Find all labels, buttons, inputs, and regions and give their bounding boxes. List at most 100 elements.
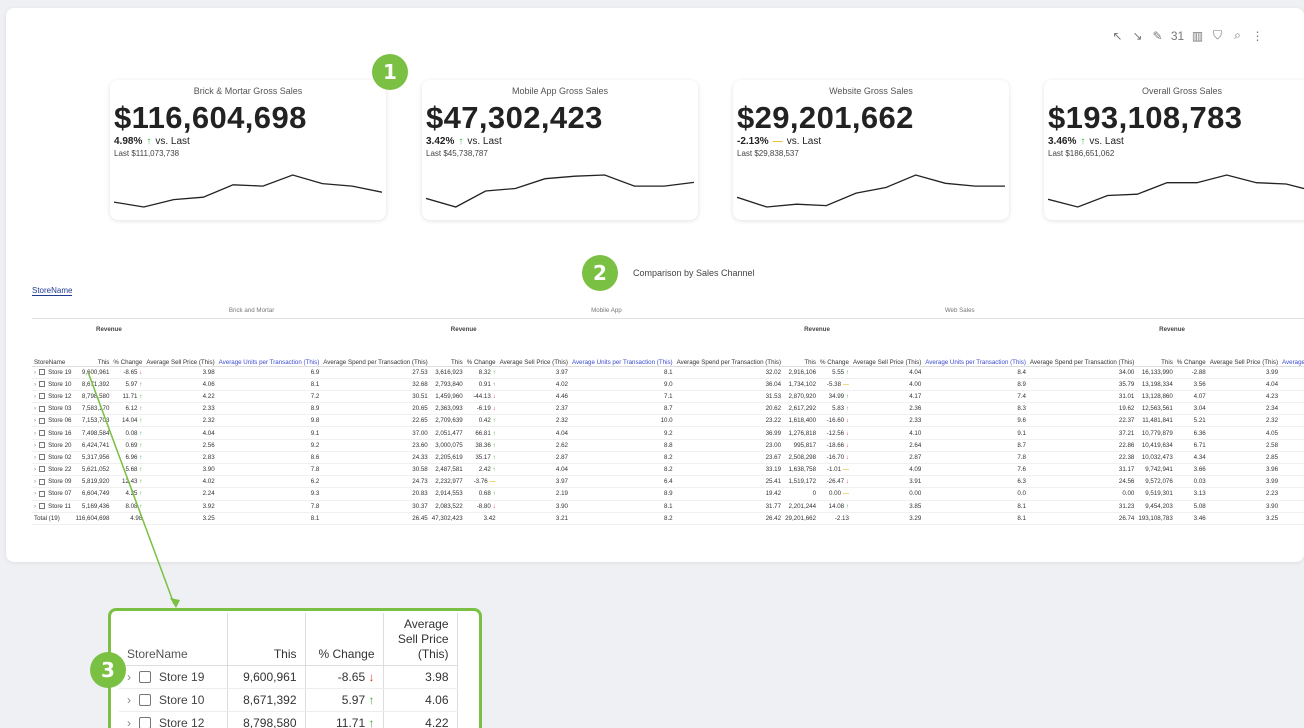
value-cell: 8.7 — [569, 402, 675, 416]
chevron-right-icon[interactable]: › — [34, 430, 36, 437]
value-cell: 2,793,840 — [429, 378, 465, 391]
value-cell: 6.9 — [216, 366, 322, 379]
search-icon[interactable]: ⌕ — [1230, 27, 1245, 44]
zoom-header-change[interactable]: % Change — [305, 613, 384, 666]
row-checkbox[interactable] — [39, 417, 46, 424]
row-checkbox[interactable] — [39, 429, 46, 436]
zoom-row[interactable]: › Store 19 9,600,961 -8.65 ↓ 3.98 — [119, 665, 458, 689]
storename-link[interactable]: StoreName — [32, 286, 73, 296]
table-row[interactable]: › Store 09 5,819,920 12.43 ↑ 4.02 6.2 24.73 2,2… — [32, 475, 1304, 489]
zoom-store-cell: › Store 19 — [119, 665, 228, 689]
row-checkbox[interactable] — [39, 405, 46, 412]
value-cell: 7.8 — [923, 451, 1028, 465]
row-checkbox[interactable] — [39, 442, 46, 449]
zoom-row[interactable]: › Store 10 8,671,392 5.97 ↑ 4.06 — [119, 688, 458, 712]
chevron-right-icon[interactable]: › — [34, 490, 36, 497]
column-header[interactable]: Average Sell Price (This) — [1207, 340, 1281, 367]
row-checkbox[interactable] — [39, 454, 46, 461]
column-header[interactable]: Average Units per Transaction (This) — [216, 340, 322, 367]
table-row[interactable]: › Store 10 8,671,392 5.97 ↑ 4.06 8.1 32.68 2,79… — [32, 378, 1304, 391]
chevron-right-icon[interactable]: › — [34, 393, 36, 400]
chevron-right-icon[interactable]: › — [127, 693, 131, 707]
chevron-right-icon[interactable]: › — [34, 478, 36, 485]
chevron-right-icon[interactable]: › — [34, 417, 36, 424]
column-header[interactable]: % Change — [818, 340, 851, 367]
table-row[interactable]: › Store 02 5,317,956 6.96 ↑ 2.83 8.6 24.33 2,20… — [32, 451, 1304, 465]
table-row[interactable]: › Store 22 5,621,052 5.68 ↑ 3.90 7.8 30.58 2,48… — [32, 463, 1304, 477]
value-cell: 9,519,301 — [1136, 487, 1175, 501]
chevron-right-icon[interactable]: › — [34, 381, 36, 388]
column-header[interactable]: % Change — [111, 340, 145, 367]
column-header[interactable]: Average Units per Transaction (This) — [569, 340, 675, 367]
value-cell: 1,519,172 — [783, 475, 819, 489]
header-storename[interactable]: StoreName — [32, 340, 74, 367]
column-header[interactable]: Average Sell Price (This) — [850, 340, 924, 367]
row-checkbox[interactable] — [39, 381, 46, 388]
table-row[interactable]: › Store 11 5,169,436 8.08 ↑ 3.92 7.8 30.37 2,08… — [32, 500, 1304, 513]
kpi-card[interactable]: Mobile App Gross Sales $47,302,423 3.42% ↑ v… — [422, 80, 698, 220]
column-header[interactable]: This — [1136, 340, 1175, 367]
chevron-right-icon[interactable]: › — [127, 670, 131, 684]
column-header[interactable]: Average Spend per Transaction (This) — [321, 340, 430, 367]
table-row[interactable]: › Store 16 7,498,584 0.08 ↑ 4.04 9.1 37.00 2,05… — [32, 426, 1304, 440]
arrow-up-icon: ↑ — [490, 380, 496, 388]
pencil-icon[interactable]: ✎ — [1150, 27, 1165, 44]
chevron-right-icon[interactable]: › — [34, 454, 36, 461]
row-checkbox[interactable] — [139, 694, 151, 707]
row-checkbox[interactable] — [39, 478, 46, 485]
chevron-right-icon[interactable]: › — [127, 716, 131, 728]
zoom-header-this[interactable]: This — [227, 613, 306, 666]
calendar-icon[interactable]: 31 — [1170, 27, 1185, 44]
kpi-card[interactable]: Overall Gross Sales $193,108,783 3.46% ↑ vs.… — [1044, 80, 1304, 220]
table-row[interactable]: › Store 07 6,604,749 4.25 ↑ 2.24 9.3 20.83 2,91… — [32, 487, 1304, 501]
column-header[interactable]: This — [429, 340, 465, 367]
column-header[interactable]: Average Sell Price (This) — [497, 340, 570, 367]
row-checkbox[interactable] — [139, 671, 151, 684]
chevron-right-icon[interactable]: › — [34, 466, 36, 473]
column-header[interactable]: Average Spend per Transaction (This) — [1027, 340, 1137, 367]
zoom-row[interactable]: › Store 12 8,798,580 11.71 ↑ 4.22 — [119, 711, 458, 728]
value-cell: 34.00 — [1027, 366, 1137, 379]
table-row[interactable]: › Store 19 9,600,961 -8.65 ↓ 3.98 6.9 27.53 3,6… — [32, 366, 1304, 379]
arrow-up-icon: ↑ — [137, 405, 143, 413]
dash-icon: — — [487, 478, 496, 486]
row-checkbox[interactable] — [139, 717, 151, 728]
column-header[interactable]: Average Units per Transaction (This) — [1280, 340, 1304, 367]
chevron-right-icon[interactable]: › — [34, 442, 36, 449]
column-header[interactable]: % Change — [464, 340, 498, 367]
kpi-card[interactable]: Website Gross Sales $29,201,662 -2.13% — vs.… — [733, 80, 1009, 220]
value-cell: 11.71 ↑ — [111, 390, 145, 404]
filter-icon[interactable]: ⛉ — [1210, 27, 1225, 44]
table-row[interactable]: › Store 20 6,424,741 0.69 ↑ 2.56 9.2 23.60 3,00… — [32, 439, 1304, 452]
column-header[interactable]: Average Sell Price (This) — [144, 340, 217, 367]
arrow-up-icon: ↑ — [844, 405, 849, 413]
table-row[interactable]: › Store 03 7,583,170 6.12 ↑ 2.33 8.9 20.65 2,36… — [32, 402, 1304, 416]
sparkline — [1048, 174, 1304, 208]
column-header[interactable]: This — [783, 340, 819, 367]
chevron-right-icon[interactable]: › — [34, 369, 36, 376]
column-header[interactable]: Average Units per Transaction (This) — [923, 340, 1028, 367]
expand-icon[interactable]: ↖ — [1110, 27, 1125, 44]
more-icon[interactable]: ⋮ — [1250, 27, 1265, 44]
kpi-value: $116,604,698 — [114, 100, 307, 135]
chevron-right-icon[interactable]: › — [34, 503, 36, 510]
value-cell: 3.92 — [144, 500, 217, 513]
column-header[interactable]: % Change — [1174, 340, 1208, 367]
table-row[interactable]: › Store 06 7,153,703 14.04 ↑ 2.32 9.8 22.65 2,7… — [32, 414, 1304, 428]
zoom-header-storename[interactable]: StoreName — [119, 613, 228, 666]
bar-chart-icon[interactable]: ▥ — [1190, 27, 1205, 44]
kpi-card[interactable]: Brick & Mortar Gross Sales $116,604,698 4.… — [110, 80, 386, 220]
row-checkbox[interactable] — [39, 490, 46, 497]
zoom-header-asp[interactable]: Average Sell Price (This) — [383, 613, 458, 666]
column-header[interactable]: This — [73, 340, 112, 367]
row-checkbox[interactable] — [39, 503, 46, 510]
chevron-right-icon[interactable]: › — [34, 405, 36, 412]
row-checkbox[interactable] — [39, 368, 46, 375]
change-value: -8.80 — [476, 502, 491, 510]
table-row[interactable]: › Store 12 8,798,580 11.71 ↑ 4.22 7.2 30.51 1,4… — [32, 390, 1304, 404]
row-checkbox[interactable] — [39, 466, 46, 473]
row-checkbox[interactable] — [39, 393, 46, 400]
collapse-icon[interactable]: ↘ — [1130, 27, 1145, 44]
column-header[interactable]: Average Spend per Transaction (This) — [674, 340, 784, 367]
value-cell: 4.46 — [497, 390, 570, 404]
